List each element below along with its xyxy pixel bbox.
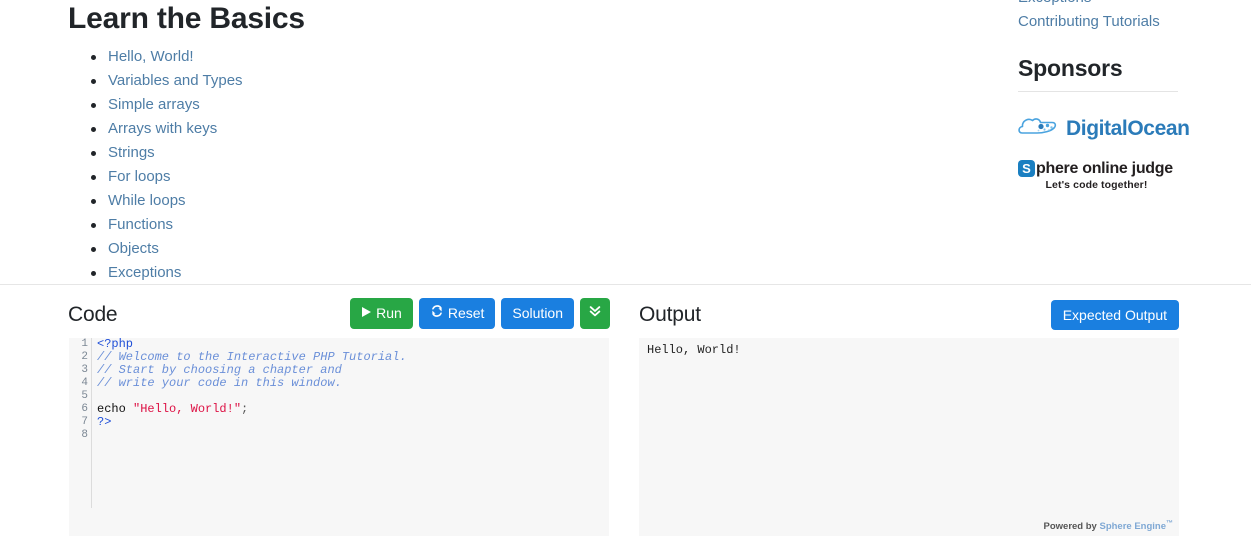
rail-link-exceptions[interactable]: Exceptions [1018,0,1198,10]
interactive-ide-section: Code Run Reset Solution 1 2 3 4 5 6 7 8 … [0,285,1251,536]
powered-by-credit: Powered by Sphere Engine™ [1044,520,1173,532]
code-line: echo "Hello, World!"; [97,403,602,416]
topic-link-functions[interactable]: Functions [108,216,173,233]
topic-link-hello-world[interactable]: Hello, World! [108,48,194,65]
reset-button[interactable]: Reset [418,298,496,329]
list-item[interactable]: Simple arrays [91,93,243,117]
code-panel-title: Code [68,303,118,326]
line-number: 7 [81,416,88,428]
run-button[interactable]: Run [350,298,413,329]
sphere-tagline: Let's code together! [1045,179,1148,191]
output-pane: Hello, World! Powered by Sphere Engine™ [639,338,1179,536]
run-button-label: Run [376,305,402,321]
line-number: 6 [81,403,88,415]
line-number: 1 [81,338,88,350]
sponsors-heading: Sponsors [1018,55,1123,81]
sphere-wordmark: phere online judge [1036,160,1173,177]
solution-button-label: Solution [512,305,563,321]
list-item[interactable]: Hello, World! [91,45,243,69]
topic-link-exceptions[interactable]: Exceptions [108,264,181,281]
topic-link-strings[interactable]: Strings [108,144,155,161]
topic-link-objects[interactable]: Objects [108,240,159,257]
basics-topic-list: Hello, World! Variables and Types Simple… [68,45,243,284]
list-item[interactable]: Strings [91,141,243,165]
expected-output-button[interactable]: Expected Output [1050,300,1179,330]
line-number: 5 [81,390,88,402]
code-line: // write your code in this window. [97,377,602,390]
topic-link-arrays-with-keys[interactable]: Arrays with keys [108,120,217,137]
cloud-icon [1018,115,1062,144]
list-item[interactable]: Exceptions [91,261,243,284]
sidebar-right-rail: Exceptions Contributing Tutorials Sponso… [1018,0,1198,191]
line-number: 3 [81,364,88,376]
topic-link-while-loops[interactable]: While loops [108,192,186,209]
reset-button-label: Reset [447,305,485,321]
topic-link-for-loops[interactable]: For loops [108,168,171,185]
play-icon [361,298,372,329]
chevron-double-down-icon [588,298,602,329]
code-token-php-close: ?> [97,415,112,429]
code-token-comment: // Welcome to the Interactive PHP Tutori… [97,350,407,364]
code-token-semicolon: ; [241,402,249,416]
trademark-symbol: ™ [1166,519,1173,527]
solution-button[interactable]: Solution [501,298,574,329]
list-item[interactable]: While loops [91,189,243,213]
line-number: 4 [81,377,88,389]
code-panel-header: Code Run Reset Solution [68,295,610,335]
code-token-comment: // write your code in this window. [97,376,342,390]
line-number: 2 [81,351,88,363]
digitalocean-wordmark: DigitalOcean [1066,117,1190,140]
tutorial-content-section: Learn the Basics Hello, World! Variables… [0,0,1251,284]
sponsor-logo-sphere-online-judge[interactable]: S phere online judge Let's code together… [1018,159,1180,191]
code-line: ?> [97,416,602,429]
sphere-engine-link[interactable]: Sphere Engine [1099,521,1166,532]
list-item[interactable]: Functions [91,213,243,237]
code-toolbar: Run Reset Solution [350,298,610,329]
output-panel-title: Output [639,303,701,326]
editor-code-content[interactable]: <?php // Welcome to the Interactive PHP … [97,338,602,442]
line-number: 8 [81,429,88,441]
code-token-comment: // Start by choosing a chapter and [97,363,342,377]
list-item[interactable]: Variables and Types [91,69,243,93]
page-title: Learn the Basics [68,2,305,35]
rail-link-contributing-tutorials[interactable]: Contributing Tutorials [1018,10,1198,34]
code-token-string: "Hello, World!" [133,402,242,416]
editor-line-number-gutter: 1 2 3 4 5 6 7 8 [69,338,92,508]
divider [1018,91,1178,92]
list-item[interactable]: Objects [91,237,243,261]
code-editor[interactable]: 1 2 3 4 5 6 7 8 <?php // Welcome to the … [69,338,609,536]
sponsor-logo-digitalocean[interactable]: DigitalOcean [1018,116,1198,142]
powered-by-prefix: Powered by [1043,521,1097,532]
output-text: Hello, World! [647,343,741,357]
refresh-icon [430,298,444,329]
code-token-echo-statement: echo [97,402,134,416]
topic-link-simple-arrays[interactable]: Simple arrays [108,96,200,113]
output-panel-header: Output Expected Output [639,295,1179,335]
list-item[interactable]: For loops [91,165,243,189]
expand-editor-button[interactable] [580,298,610,329]
sphere-badge-icon: S [1018,160,1035,177]
list-item[interactable]: Arrays with keys [91,117,243,141]
topic-link-variables-and-types[interactable]: Variables and Types [108,72,243,89]
